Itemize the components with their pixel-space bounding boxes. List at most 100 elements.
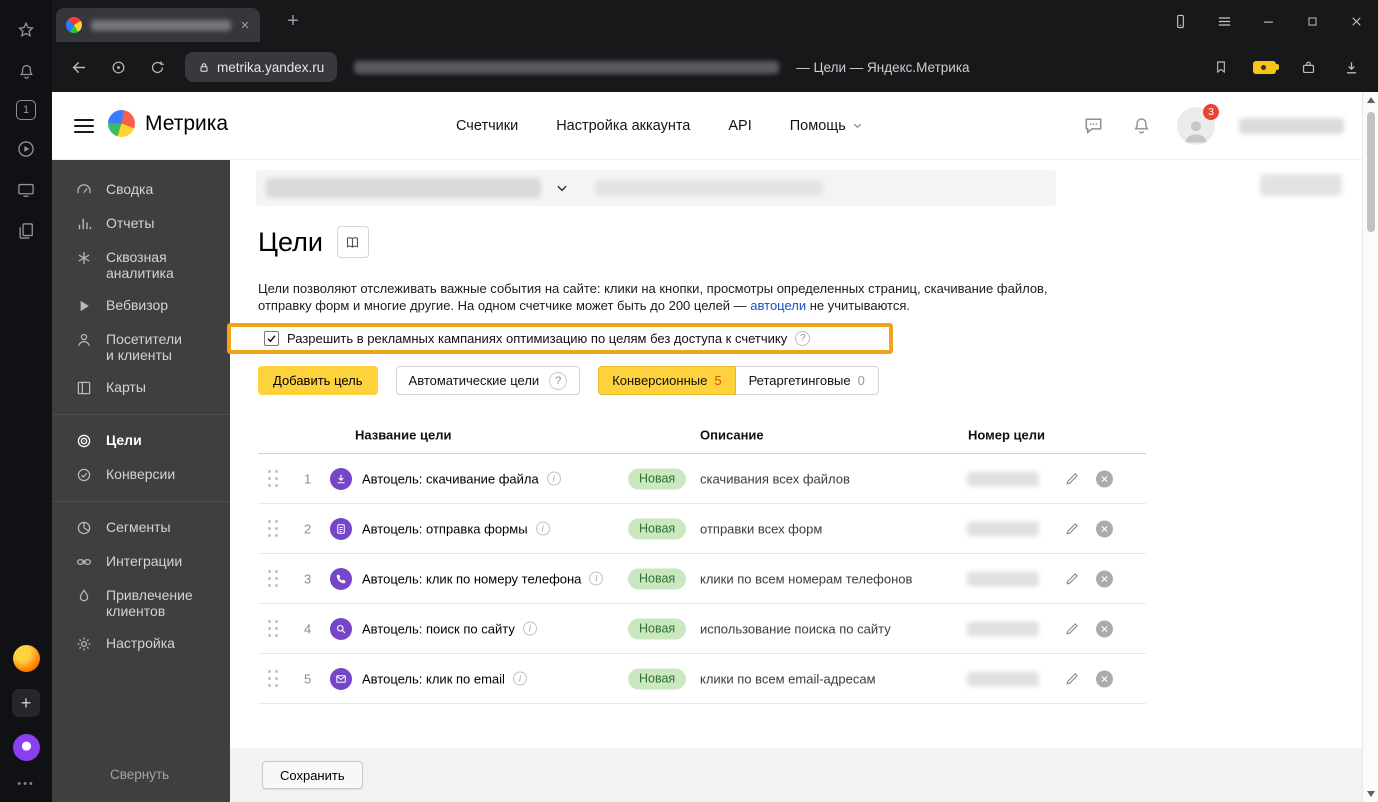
person-icon (75, 331, 93, 349)
goal-name[interactable]: Автоцель: клик по email (362, 671, 505, 686)
help-icon[interactable]: ? (549, 372, 567, 390)
sidebar-item-client-acquisition[interactable]: Привлечение клиентов (52, 579, 230, 627)
sidebar-item-settings[interactable]: Настройка (52, 627, 230, 661)
counter-selector-bar[interactable] (256, 170, 1056, 206)
alice-assistant-icon[interactable] (13, 734, 40, 761)
site-info-icon[interactable] (107, 56, 129, 78)
edit-icon[interactable] (1062, 619, 1082, 639)
browser-menu-icon[interactable] (1202, 0, 1246, 42)
screencast-icon[interactable] (14, 178, 38, 202)
downloads-icon[interactable] (1340, 56, 1362, 78)
goal-name[interactable]: Автоцель: поиск по сайту (362, 621, 515, 636)
scroll-down-icon[interactable] (1367, 791, 1375, 797)
check-icon (266, 333, 277, 344)
goal-name[interactable]: Автоцель: отправка формы (362, 521, 528, 536)
sidebar-item-segments[interactable]: Сегменты (52, 511, 230, 545)
minimize-button[interactable] (1246, 0, 1290, 42)
browser-profile-avatar[interactable] (13, 645, 40, 672)
scrollbar-thumb[interactable] (1367, 112, 1375, 232)
info-icon[interactable]: i (523, 622, 537, 636)
sidebar-item-visitors[interactable]: Посетители и клиенты (52, 323, 230, 371)
save-button[interactable]: Сохранить (262, 761, 363, 789)
scroll-up-icon[interactable] (1367, 97, 1375, 103)
info-icon[interactable]: i (513, 672, 527, 686)
rail-add-button[interactable]: + (12, 689, 40, 717)
sidebar-item-conversions[interactable]: Конверсии (52, 458, 230, 492)
nav-account-settings[interactable]: Настройка аккаунта (556, 118, 690, 134)
sidebar-item-cross-analytics[interactable]: Сквозная аналитика (52, 241, 230, 289)
tab-count-badge[interactable]: 1 (16, 100, 36, 120)
tab-conversion-goals[interactable]: Конверсионные 5 (598, 366, 735, 395)
sidebar-divider (52, 414, 230, 415)
nav-help[interactable]: Помощь (790, 118, 863, 134)
bookmark-flag-icon[interactable] (1210, 56, 1232, 78)
browser-tab[interactable] (56, 8, 260, 42)
sidebar-item-goals[interactable]: Цели (52, 424, 230, 458)
page-title-row: Цели (258, 226, 369, 258)
automatic-goals-button[interactable]: Автоматические цели ? (396, 366, 581, 395)
drag-handle[interactable] (268, 520, 279, 538)
notes-icon[interactable] (14, 219, 38, 243)
row-number: 5 (304, 671, 311, 686)
phone-sync-icon[interactable] (1158, 0, 1202, 42)
nav-api[interactable]: API (728, 118, 751, 134)
back-icon[interactable] (68, 56, 90, 78)
delete-icon[interactable] (1096, 470, 1113, 487)
app-menu-icon[interactable] (74, 119, 94, 137)
url-host-pill[interactable]: metrika.yandex.ru (185, 52, 337, 82)
help-icon[interactable]: ? (795, 331, 810, 346)
sidebar-item-maps[interactable]: Карты (52, 371, 230, 405)
metrika-logo[interactable]: Метрика (108, 110, 228, 137)
status-badge: Новая (628, 668, 686, 689)
new-tab-button[interactable]: + (278, 6, 308, 36)
power-saving-icon[interactable] (1253, 61, 1276, 74)
close-button[interactable] (1334, 0, 1378, 42)
edit-icon[interactable] (1062, 669, 1082, 689)
page-scrollbar[interactable] (1362, 92, 1378, 802)
delete-icon[interactable] (1096, 620, 1113, 637)
sidebar-item-reports[interactable]: Отчеты (52, 207, 230, 241)
delete-icon[interactable] (1096, 520, 1113, 537)
add-goal-button[interactable]: Добавить цель (258, 366, 378, 395)
goal-name[interactable]: Автоцель: клик по номеру телефона (362, 571, 581, 586)
rail-more-icon[interactable]: ••• (17, 778, 35, 790)
extensions-icon[interactable] (1297, 56, 1319, 78)
sidebar-item-integrations[interactable]: Интеграции (52, 545, 230, 579)
sidebar-collapse-button[interactable]: Свернуть (52, 753, 230, 802)
edit-icon[interactable] (1062, 569, 1082, 589)
user-avatar[interactable]: 3 (1177, 107, 1215, 145)
window-controls (1158, 0, 1378, 42)
video-play-icon[interactable] (14, 137, 38, 161)
edit-icon[interactable] (1062, 469, 1082, 489)
tab-retargeting-goals[interactable]: Ретаргетинговые 0 (735, 366, 879, 395)
optimization-checkbox[interactable] (264, 331, 279, 346)
tab-close-icon[interactable] (240, 20, 250, 30)
column-header-name: Название цели (355, 427, 451, 442)
username-blurred (1239, 118, 1344, 134)
drag-handle[interactable] (268, 620, 279, 638)
favorites-star-icon[interactable] (14, 18, 38, 42)
info-icon[interactable]: i (536, 522, 550, 536)
delete-icon[interactable] (1096, 670, 1113, 687)
edit-icon[interactable] (1062, 519, 1082, 539)
feedback-chat-icon[interactable] (1081, 114, 1105, 138)
notifications-icon[interactable] (1129, 114, 1153, 138)
delete-icon[interactable] (1096, 570, 1113, 587)
drag-handle[interactable] (268, 570, 279, 588)
autogoals-link[interactable]: автоцели (750, 298, 806, 313)
sidebar-item-webvisor[interactable]: Вебвизор (52, 289, 230, 323)
drag-handle[interactable] (268, 470, 279, 488)
goal-actions-row: Добавить цель Автоматические цели ? Конв… (258, 366, 879, 395)
info-icon[interactable]: i (547, 472, 561, 486)
goal-name[interactable]: Автоцель: скачивание файла (362, 471, 539, 486)
metrika-logo-text: Метрика (145, 112, 228, 136)
reload-icon[interactable] (146, 56, 168, 78)
maximize-button[interactable] (1290, 0, 1334, 42)
notifications-bell-icon[interactable] (14, 59, 38, 83)
sidebar-item-summary[interactable]: Сводка (52, 173, 230, 207)
nav-counters[interactable]: Счетчики (456, 118, 518, 134)
drag-handle[interactable] (268, 670, 279, 688)
info-icon[interactable]: i (589, 572, 603, 586)
content-footer: Сохранить (230, 748, 1362, 802)
bookmark-report-button[interactable] (337, 226, 369, 258)
